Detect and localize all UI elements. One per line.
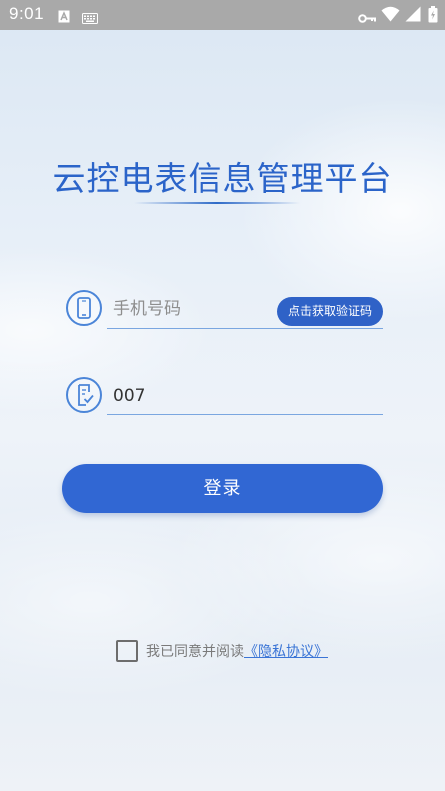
phone-underline	[107, 328, 383, 329]
agreement-label: 我已同意并阅读	[146, 644, 244, 660]
title-underline	[134, 202, 300, 204]
vpn-key-icon	[358, 9, 376, 28]
signal-icon	[405, 6, 421, 26]
phone-input[interactable]	[113, 297, 273, 321]
login-button[interactable]: 登录	[62, 464, 383, 513]
agree-checkbox[interactable]	[116, 640, 138, 662]
a-icon	[58, 8, 70, 27]
verification-code-icon	[66, 377, 102, 413]
status-bar: 9:01	[0, 0, 445, 30]
wifi-icon	[381, 6, 400, 26]
status-time: 9:01	[9, 4, 45, 23]
keyboard-icon	[82, 9, 98, 28]
privacy-policy-link[interactable]: 《隐私协议》	[244, 644, 328, 660]
code-underline	[107, 414, 383, 415]
login-screen: 9:01 云控电表信息管理平台 手机号码 点击获取验证码 007 登录 我已同意…	[0, 0, 445, 791]
verification-code-input[interactable]	[113, 384, 373, 408]
app-title: 云控电表信息管理平台	[52, 159, 393, 198]
agreement-text: 我已同意并阅读《隐私协议》	[146, 641, 328, 661]
get-code-button[interactable]: 点击获取验证码	[277, 297, 383, 326]
battery-icon	[428, 6, 438, 27]
phone-icon	[66, 290, 102, 326]
